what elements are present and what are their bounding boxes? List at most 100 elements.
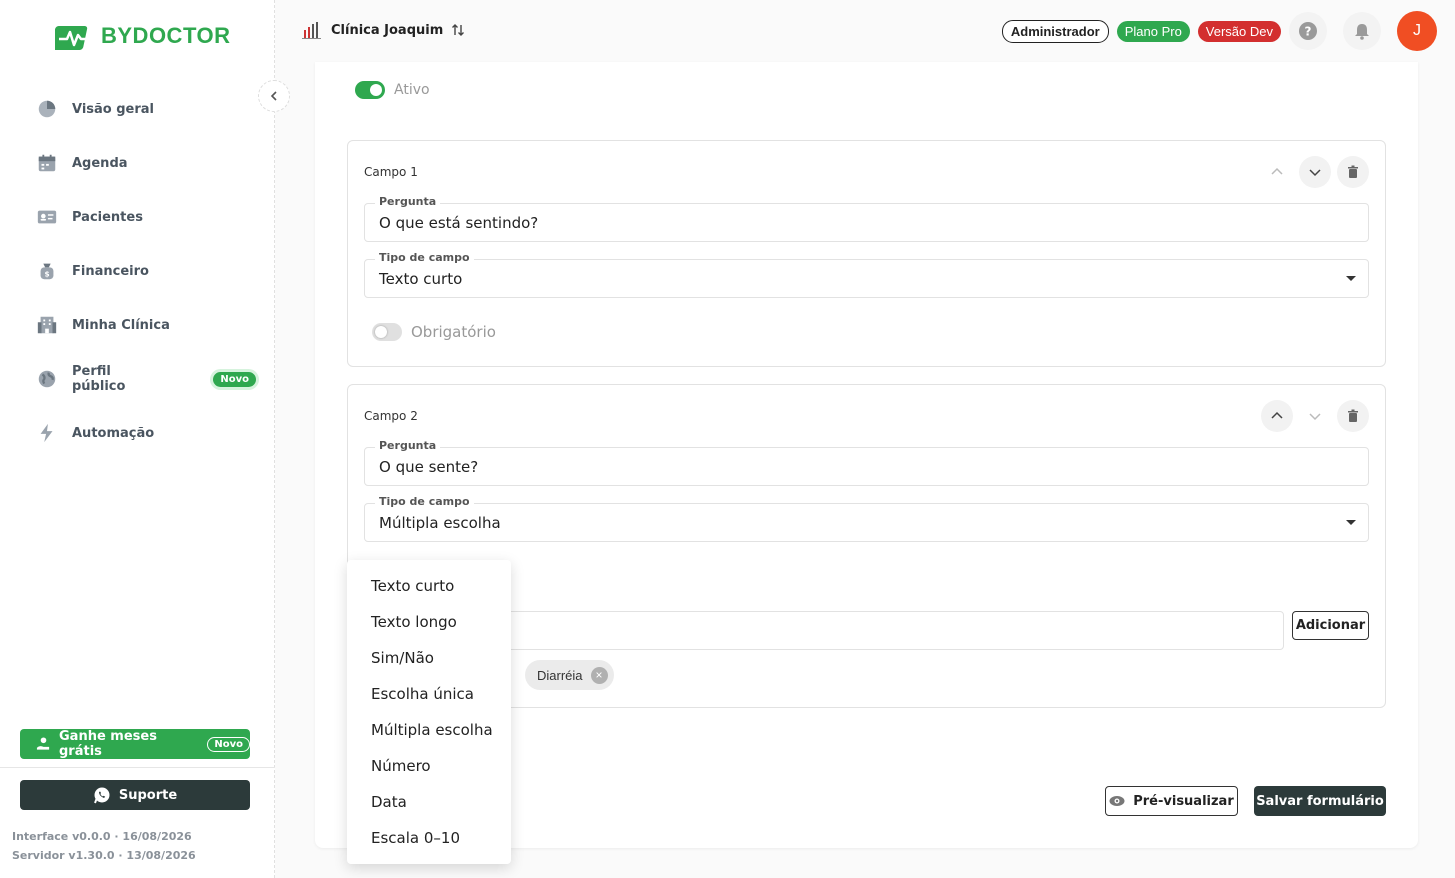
field-type-select[interactable]: Tipo de campo Múltipla escolha [364, 495, 1369, 542]
logo-text: BYDOCTOR [101, 23, 231, 48]
promo-button[interactable]: Ganhe meses grátis Novo [20, 729, 250, 759]
field-type-select[interactable]: Tipo de campo Texto curto [364, 251, 1369, 298]
move-up-button[interactable] [1261, 400, 1293, 432]
sidebar-item-financeiro[interactable]: $ Financeiro [36, 244, 256, 298]
help-button[interactable]: ? [1289, 12, 1327, 50]
clinic-switcher[interactable]: Clínica Joaquim [301, 20, 465, 40]
promo-label: Ganhe meses grátis [59, 729, 157, 759]
lightning-icon [40, 423, 53, 443]
chevron-down-icon [1309, 413, 1321, 421]
delete-field-button[interactable] [1337, 400, 1369, 432]
field-title: Campo 2 [364, 409, 418, 423]
collapse-sidebar-button[interactable] [258, 80, 290, 112]
sidebar-item-perfil-publico[interactable]: Perfil público Novo [36, 352, 256, 406]
form-field-card: Campo 1 Pergunta O que está sentindo? Ti… [347, 140, 1386, 367]
logo[interactable]: BYDOCTOR [55, 20, 231, 52]
menu-item-numero[interactable]: Número [347, 748, 511, 784]
preview-button[interactable]: Pré-visualizar [1105, 786, 1238, 816]
move-down-button[interactable] [1299, 156, 1331, 188]
menu-item-texto-curto[interactable]: Texto curto [347, 568, 511, 604]
add-option-button[interactable]: Adicionar [1292, 611, 1369, 640]
dropdown-caret-icon [1346, 276, 1356, 281]
sidebar-item-agenda[interactable]: Agenda [36, 136, 256, 190]
sidebar-item-label: Agenda [72, 155, 128, 171]
pie-chart-icon [38, 100, 56, 118]
dropdown-caret-icon [1346, 520, 1356, 525]
active-toggle[interactable] [355, 81, 385, 99]
help-icon: ? [1299, 22, 1317, 40]
calendar-icon [38, 154, 56, 172]
swap-arrows-icon [452, 24, 465, 36]
env-chip: Versão Dev [1197, 20, 1281, 42]
trash-icon [1348, 165, 1358, 178]
chevron-up-icon [1271, 411, 1283, 419]
sidebar-item-label: Minha Clínica [72, 317, 170, 333]
sidebar-item-visao-geral[interactable]: Visão geral [36, 82, 256, 136]
sidebar-item-minha-clinica[interactable]: Minha Clínica [36, 298, 256, 352]
support-button[interactable]: Suporte [20, 780, 250, 810]
role-chip: Administrador [1001, 19, 1109, 43]
sidebar-item-label: Automação [72, 425, 155, 441]
new-badge: Novo [207, 736, 250, 752]
interface-version: Interface v0.0.0 · 16/08/2026 [12, 830, 192, 843]
save-form-button[interactable]: Salvar formulário [1254, 786, 1386, 816]
question-value: O que está sentindo? [379, 213, 539, 232]
menu-item-sim-nao[interactable]: Sim/Não [347, 640, 511, 676]
active-toggle-row: Ativo [355, 81, 430, 99]
question-label: Pergunta [375, 439, 441, 452]
field-actions [1261, 400, 1369, 432]
field-actions [1261, 156, 1369, 188]
sidebar-item-label: Visão geral [72, 101, 155, 117]
sidebar-item-automacao[interactable]: Automação [36, 406, 256, 460]
money-bag-icon: $ [40, 263, 54, 280]
building-icon [37, 316, 57, 334]
field-type-value: Múltipla escolha [379, 513, 501, 532]
delete-field-button[interactable] [1337, 156, 1369, 188]
chevron-up-icon [1271, 167, 1283, 175]
move-up-button[interactable] [1261, 156, 1293, 188]
question-value: O que sente? [379, 457, 479, 476]
menu-item-multipla-escolha[interactable]: Múltipla escolha [347, 712, 511, 748]
preview-label: Pré-visualizar [1133, 793, 1234, 809]
option-tag: Diarréia × [525, 660, 614, 690]
chevron-down-icon [1309, 169, 1321, 177]
divider [0, 767, 275, 768]
field-type-menu: Texto curto Texto longo Sim/Não Escolha … [347, 560, 511, 864]
top-header: Clínica Joaquim Administrador Plano Pro … [275, 0, 1455, 62]
support-label: Suporte [118, 787, 178, 803]
sidebar: BYDOCTOR Visão geral Agenda Pacientes $ … [0, 0, 275, 878]
required-label: Obrigatório [411, 323, 496, 341]
active-label: Ativo [394, 82, 430, 98]
clinic-name: Clínica Joaquim [331, 22, 444, 38]
menu-item-texto-longo[interactable]: Texto longo [347, 604, 511, 640]
menu-item-data[interactable]: Data [347, 784, 511, 820]
eye-icon [1109, 796, 1125, 806]
chevron-left-icon [270, 91, 277, 101]
sidebar-nav: Visão geral Agenda Pacientes $ Financeir… [36, 82, 256, 460]
contact-card-icon [37, 210, 57, 224]
bell-icon [1355, 24, 1369, 40]
move-down-button[interactable] [1299, 400, 1331, 432]
sidebar-item-pacientes[interactable]: Pacientes [36, 190, 256, 244]
field-type-label: Tipo de campo [375, 495, 474, 508]
field-type-label: Tipo de campo [375, 251, 474, 264]
globe-icon [38, 370, 56, 388]
svg-text:$: $ [44, 270, 49, 279]
question-input[interactable]: Pergunta O que sente? [364, 439, 1369, 486]
menu-item-escala[interactable]: Escala 0–10 [347, 820, 511, 856]
field-type-value: Texto curto [379, 269, 463, 288]
question-input[interactable]: Pergunta O que está sentindo? [364, 195, 1369, 242]
menu-item-escolha-unica[interactable]: Escolha única [347, 676, 511, 712]
whatsapp-icon [93, 787, 110, 804]
header-actions: Administrador Plano Pro Versão Dev ? J [1001, 11, 1437, 51]
avatar[interactable]: J [1397, 11, 1437, 51]
required-toggle-row: Obrigatório [372, 323, 496, 341]
plan-chip: Plano Pro [1116, 20, 1190, 42]
remove-tag-icon[interactable]: × [590, 666, 608, 684]
trash-icon [1348, 409, 1358, 422]
sidebar-item-label: Pacientes [72, 209, 143, 225]
server-version: Servidor v1.30.0 · 13/08/2026 [12, 849, 196, 862]
required-toggle[interactable] [372, 323, 402, 341]
notifications-button[interactable] [1343, 12, 1381, 50]
gift-hand-icon [36, 737, 50, 750]
